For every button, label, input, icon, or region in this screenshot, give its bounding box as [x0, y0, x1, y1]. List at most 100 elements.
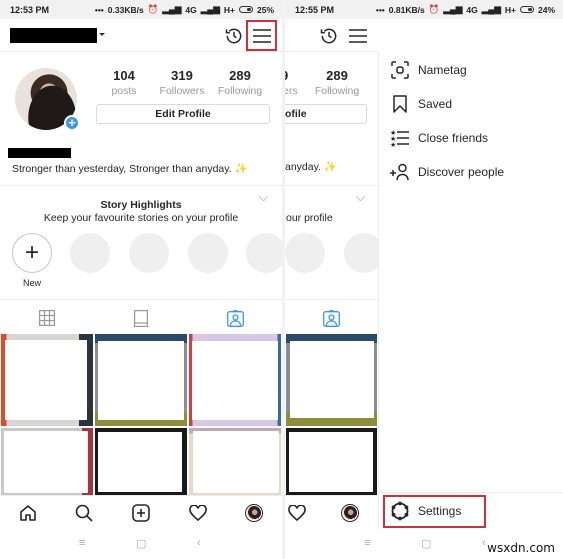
- status-network-type: 4G: [466, 4, 478, 15]
- svg-text:★: ★: [390, 141, 396, 147]
- alarm-icon: ⏰: [428, 4, 440, 14]
- status-network-speed: 0.33KB/s: [107, 4, 144, 15]
- add-post-icon: [132, 504, 150, 522]
- photo-thumb[interactable]: [95, 428, 187, 495]
- add-story-plus-icon[interactable]: +: [64, 115, 80, 131]
- status-dots: •••: [94, 4, 104, 15]
- profile-avatar-small: [245, 504, 263, 522]
- nav-add-post[interactable]: [112, 496, 170, 530]
- feed-icon: [134, 309, 148, 327]
- divider: [0, 185, 282, 186]
- status-battery: 25%: [256, 4, 274, 15]
- tab-feed[interactable]: [94, 303, 188, 333]
- photo-thumb[interactable]: [286, 428, 377, 495]
- history-icon[interactable]: [317, 24, 341, 48]
- account-switch-caret-icon[interactable]: [99, 33, 105, 36]
- tab-tagged[interactable]: [285, 303, 378, 333]
- stat-posts[interactable]: 104 posts: [94, 68, 154, 97]
- signal-icon-2: ▂▄▆: [481, 4, 501, 14]
- profile-header: [0, 19, 282, 52]
- system-home-button[interactable]: ▢: [136, 537, 146, 550]
- signal-icon: ▂▄▆: [443, 4, 463, 14]
- system-menu-button[interactable]: ≡: [79, 537, 85, 549]
- new-highlight-label: New: [23, 278, 42, 288]
- photo-thumb[interactable]: [189, 428, 281, 495]
- menu-item-nametag[interactable]: Nametag: [379, 55, 563, 85]
- display-name-redacted: [8, 148, 71, 158]
- nav-profile[interactable]: [226, 496, 282, 530]
- photo-thumb[interactable]: [189, 334, 281, 426]
- tagged-icon: [226, 309, 244, 327]
- menu-open-screen: 12:55 PM ••• 0.81KB/s ⏰ ▂▄▆ 4G ▂▄▆ H+ 24…: [285, 0, 563, 559]
- photo-thumb[interactable]: [95, 334, 187, 426]
- status-dots: •••: [375, 4, 385, 15]
- bookmark-icon: [389, 93, 411, 115]
- story-highlights-subtitle-partial: our profile: [286, 212, 333, 224]
- nav-activity[interactable]: [285, 496, 309, 530]
- menu-item-saved[interactable]: Saved: [379, 89, 563, 119]
- signal-icon-2: ▂▄▆: [200, 4, 220, 14]
- status-carrier: H+: [504, 4, 516, 15]
- status-network-type: 4G: [185, 4, 197, 15]
- close-friends-icon: ★ ★ ★: [389, 127, 411, 149]
- plus-icon: +: [24, 239, 39, 266]
- edit-profile-button-partial[interactable]: ofile: [285, 104, 367, 124]
- stat-followers[interactable]: 319 Followers: [152, 68, 212, 97]
- system-menu-button[interactable]: ≡: [364, 537, 370, 549]
- highlight-placeholder: [70, 233, 110, 273]
- tab-grid[interactable]: [0, 303, 94, 333]
- divider: [0, 299, 282, 300]
- hamburger-menu-icon[interactable]: [250, 24, 274, 48]
- stat-following[interactable]: 289 Following: [307, 68, 367, 97]
- sparkles-emoji: ✨: [234, 163, 248, 175]
- system-back-button[interactable]: ‹: [197, 537, 201, 549]
- stat-following[interactable]: 289 Following: [210, 68, 270, 97]
- nav-search[interactable]: [56, 496, 112, 530]
- photo-thumb[interactable]: [1, 428, 93, 495]
- photo-thumb[interactable]: [286, 334, 377, 426]
- history-icon[interactable]: [222, 24, 246, 48]
- signal-icon: ▂▄▆: [162, 4, 182, 14]
- home-icon: [20, 505, 36, 521]
- new-highlight-button[interactable]: +: [12, 233, 52, 273]
- status-battery: 24%: [537, 4, 555, 15]
- nav-profile[interactable]: [335, 496, 365, 530]
- highlight-box-settings: [383, 495, 486, 528]
- divider: [379, 492, 563, 493]
- heart-icon: [189, 505, 207, 521]
- alarm-icon: ⏰: [147, 4, 159, 14]
- stat-followers-partial: 9: [285, 68, 288, 83]
- username-redacted[interactable]: [10, 28, 97, 43]
- edit-profile-button[interactable]: Edit Profile: [96, 104, 270, 124]
- menu-item-discover-people[interactable]: Discover people: [379, 157, 563, 187]
- divider: [285, 185, 378, 186]
- status-network-speed: 0.81KB/s: [388, 4, 425, 15]
- system-home-button[interactable]: ▢: [421, 537, 431, 550]
- status-carrier: H+: [223, 4, 235, 15]
- tagged-icon: [323, 309, 340, 327]
- status-bar: 12:53 PM ••• 0.33KB/s ⏰ ▂▄▆ 4G ▂▄▆ H+ 25…: [0, 0, 282, 19]
- heart-icon: [288, 505, 306, 521]
- story-highlights-title: Story Highlights: [100, 199, 182, 211]
- highlight-placeholder: [285, 233, 325, 273]
- collapse-chevron-icon[interactable]: [355, 191, 366, 202]
- bio-partial: anyday. ✨: [285, 161, 337, 173]
- nav-home[interactable]: [0, 496, 56, 530]
- bottom-navigation-partial: [285, 495, 378, 529]
- hamburger-menu-icon[interactable]: [346, 24, 370, 48]
- profile-avatar-small: [341, 504, 359, 522]
- system-navigation-bar: ≡ ▢ ‹: [0, 529, 282, 559]
- photo-thumb[interactable]: [1, 334, 93, 426]
- highlight-placeholder: [188, 233, 228, 273]
- status-time: 12:53 PM: [10, 4, 50, 15]
- nametag-icon: [389, 59, 411, 81]
- highlight-placeholder: [129, 233, 169, 273]
- nav-activity[interactable]: [170, 496, 226, 530]
- tab-tagged[interactable]: [188, 303, 282, 333]
- grid-icon: [39, 310, 55, 326]
- profile-screen: 12:53 PM ••• 0.33KB/s ⏰ ▂▄▆ 4G ▂▄▆ H+ 25…: [0, 0, 282, 559]
- side-menu-drawer: Nametag Saved ★ ★ ★ Close friends Discov…: [378, 52, 563, 529]
- story-highlights-subtitle: Keep your favourite stories on your prof…: [43, 212, 239, 224]
- discover-people-icon: [389, 161, 411, 183]
- menu-item-close-friends[interactable]: ★ ★ ★ Close friends: [379, 123, 563, 153]
